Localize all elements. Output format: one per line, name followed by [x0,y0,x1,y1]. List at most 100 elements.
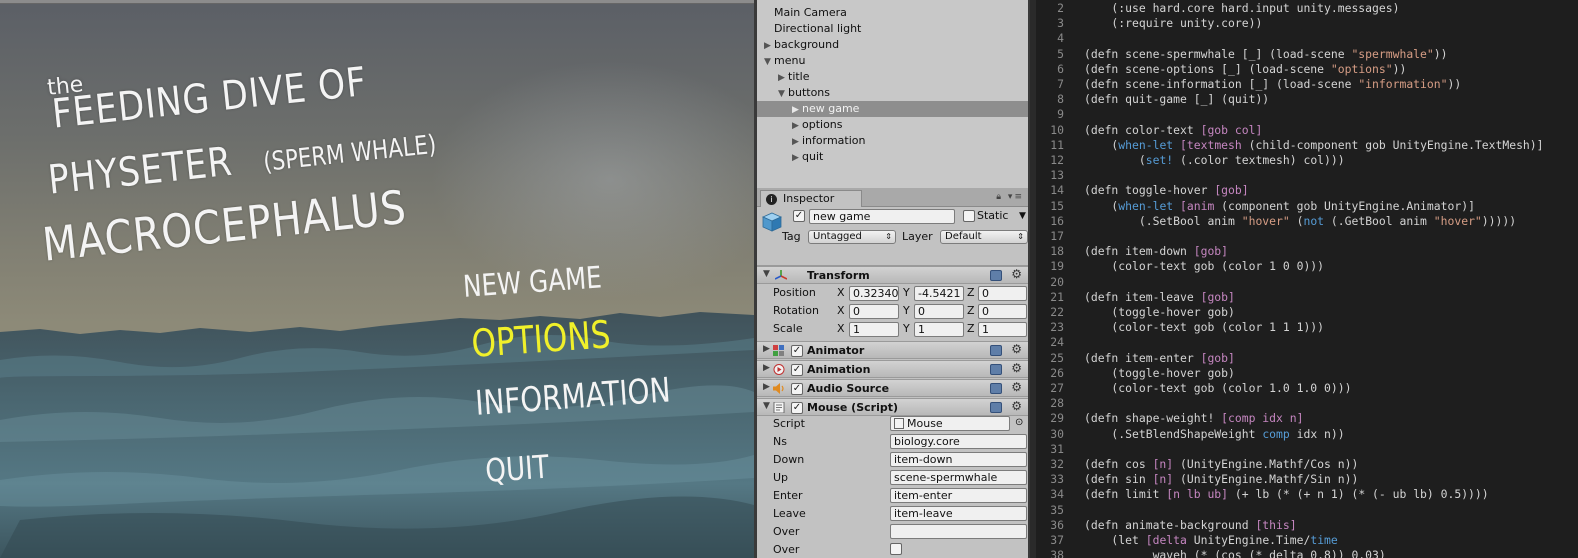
gear-icon[interactable]: ⚙ [1011,342,1022,356]
position-y-field[interactable]: -4.5421 [914,286,964,301]
collapse-arrow-icon[interactable]: ▼ [764,54,774,70]
object-name-field[interactable]: new game [809,209,955,224]
tab-inspector[interactable]: i Inspector [760,190,862,207]
down-field[interactable]: item-down [890,452,1027,467]
expand-arrow-icon[interactable]: ▶ [792,118,802,134]
static-checkbox[interactable] [963,210,975,222]
tag-dropdown[interactable]: Untagged ⇕ [808,230,896,244]
expand-arrow-icon[interactable]: ▶ [764,38,774,54]
lock-menu-icon[interactable]: 🔒︎ ▾≡ [996,192,1024,202]
static-dropdown-arrow-icon[interactable]: ▼ [1019,209,1026,223]
scale-y-field[interactable]: 1 [914,322,964,337]
mouse-script-component-header[interactable]: ▼ ✓ Mouse (Script) ⚙ [757,398,1028,416]
code-line[interactable]: 35 [1030,503,1084,518]
code-line[interactable]: 25 (defn item-enter [gob] [1030,351,1235,366]
over-checkbox[interactable] [890,543,902,555]
code-line[interactable]: 23 (color-text gob (color 1 1 1))) [1030,320,1324,335]
animation-component-header[interactable]: ▶ ✓ Animation ⚙ [757,360,1028,378]
audio-source-component-header[interactable]: ▶ ✓ Audio Source ⚙ [757,379,1028,397]
code-editor[interactable]: 2 (:use hard.core hard.input unity.messa… [1030,0,1578,558]
code-line[interactable]: 29 (defn shape-weight! [comp idx n] [1030,411,1303,426]
rotation-y-field[interactable]: 0 [914,304,964,319]
hierarchy-item-information[interactable]: ▶ information [757,133,1028,149]
gear-icon[interactable]: ⚙ [1011,267,1022,281]
expand-arrow-icon[interactable]: ▶ [763,363,770,373]
collapse-arrow-icon[interactable]: ▼ [778,86,788,102]
hierarchy-item-main-camera[interactable]: Main Camera [757,5,1028,21]
object-picker-icon[interactable]: ⊙ [1015,416,1023,430]
code-line[interactable]: 20 [1030,275,1084,290]
expand-arrow-icon[interactable]: ▶ [792,102,802,118]
code-line[interactable]: 7 (defn scene-information [_] (load-scene… [1030,77,1461,92]
help-book-icon[interactable] [990,270,1002,281]
code-line[interactable]: 24 [1030,335,1084,350]
hierarchy-item-buttons[interactable]: ▼ buttons [757,85,1028,101]
code-line[interactable]: 18 (defn item-down [gob] [1030,244,1228,259]
hierarchy-item-new-game[interactable]: ▶ new game [757,101,1028,117]
code-line[interactable]: 30 (.SetBlendShapeWeight comp idx n)) [1030,427,1344,442]
code-line[interactable]: 32 (defn cos [n] (UnityEngine.Mathf/Cos n… [1030,457,1358,472]
code-line[interactable]: 21 (defn item-leave [gob] [1030,290,1235,305]
rotation-z-field[interactable]: 0 [978,304,1027,319]
code-line[interactable]: 28 [1030,396,1084,411]
help-book-icon[interactable] [990,345,1002,356]
scale-x-field[interactable]: 1 [849,322,899,337]
code-line[interactable]: 8 (defn quit-game [_] (quit)) [1030,92,1269,107]
layer-dropdown[interactable]: Default ⇕ [940,230,1028,244]
code-line[interactable]: 34 (defn limit [n lb ub] (+ lb (* (+ n 1)… [1030,487,1488,502]
rotation-x-field[interactable]: 0 [849,304,899,319]
transform-component-header[interactable]: ▼ Transform ⚙ [757,266,1028,284]
gear-icon[interactable]: ⚙ [1011,399,1022,413]
code-line[interactable]: 33 (defn sin [n] (UnityEngine.Mathf/Sin n… [1030,472,1358,487]
code-line[interactable]: 38 waveh (* (cos (* delta 0.8)) 0.03) [1030,548,1385,558]
collapse-arrow-icon[interactable]: ▼ [763,401,770,411]
code-line[interactable]: 5 (defn scene-spermwhale [_] (load-scene … [1030,47,1447,62]
code-line[interactable]: 9 [1030,107,1084,122]
expand-arrow-icon[interactable]: ▶ [763,344,770,354]
scale-z-field[interactable]: 1 [978,322,1027,337]
hierarchy-item-quit[interactable]: ▶ quit [757,149,1028,165]
position-z-field[interactable]: 0 [978,286,1027,301]
mouse-script-enabled-checkbox[interactable]: ✓ [791,402,803,414]
hierarchy-item-menu[interactable]: ▼ menu [757,53,1028,69]
hierarchy-item-directional-light[interactable]: Directional light [757,21,1028,37]
script-object-field[interactable]: Mouse [890,416,1010,431]
gear-icon[interactable]: ⚙ [1011,361,1022,375]
code-line[interactable]: 4 [1030,31,1084,46]
code-line[interactable]: 10 (defn color-text [gob col] [1030,123,1262,138]
enter-field[interactable]: item-enter [890,488,1027,503]
code-line[interactable]: 2 (:use hard.core hard.input unity.messa… [1030,1,1399,16]
expand-arrow-icon[interactable]: ▶ [778,70,788,86]
expand-arrow-icon[interactable]: ▶ [763,382,770,392]
audio-source-enabled-checkbox[interactable]: ✓ [791,383,803,395]
collapse-arrow-icon[interactable]: ▼ [763,269,770,279]
code-line[interactable]: 22 (toggle-hover gob) [1030,305,1235,320]
active-checkbox[interactable]: ✓ [793,210,805,222]
up-field[interactable]: scene-spermwhale [890,470,1027,485]
code-line[interactable]: 11 (when-let [textmesh (child-component … [1030,138,1543,153]
menu-quit-button[interactable]: QUIT [484,448,550,490]
position-x-field[interactable]: 0.32340 [849,286,899,301]
gear-icon[interactable]: ⚙ [1011,380,1022,394]
code-line[interactable]: 27 (color-text gob (color 1.0 1.0 0))) [1030,381,1351,396]
code-line[interactable]: 37 (let [delta UnityEngine.Time/time [1030,533,1338,548]
ns-field[interactable]: biology.core [890,434,1027,449]
code-line[interactable]: 26 (toggle-hover gob) [1030,366,1235,381]
code-line[interactable]: 16 (.SetBool anim "hover" (not (.GetBool… [1030,214,1516,229]
code-line[interactable]: 17 [1030,229,1084,244]
code-line[interactable]: 13 [1030,168,1084,183]
hierarchy-item-title[interactable]: ▶ title [757,69,1028,85]
leave-field[interactable]: item-leave [890,506,1027,521]
hierarchy-item-background[interactable]: ▶ background [757,37,1028,53]
expand-arrow-icon[interactable]: ▶ [792,150,802,166]
animator-component-header[interactable]: ▶ ✓ Animator ⚙ [757,341,1028,359]
code-line[interactable]: 6 (defn scene-options [_] (load-scene "op… [1030,62,1406,77]
code-line[interactable]: 19 (color-text gob (color 1 0 0))) [1030,259,1324,274]
code-line[interactable]: 31 [1030,442,1084,457]
code-line[interactable]: 15 (when-let [anim (component gob UnityE… [1030,199,1475,214]
help-book-icon[interactable] [990,364,1002,375]
over-field[interactable] [890,524,1027,539]
hierarchy-item-options[interactable]: ▶ options [757,117,1028,133]
code-line[interactable]: 14 (defn toggle-hover [gob] [1030,183,1248,198]
help-book-icon[interactable] [990,402,1002,413]
